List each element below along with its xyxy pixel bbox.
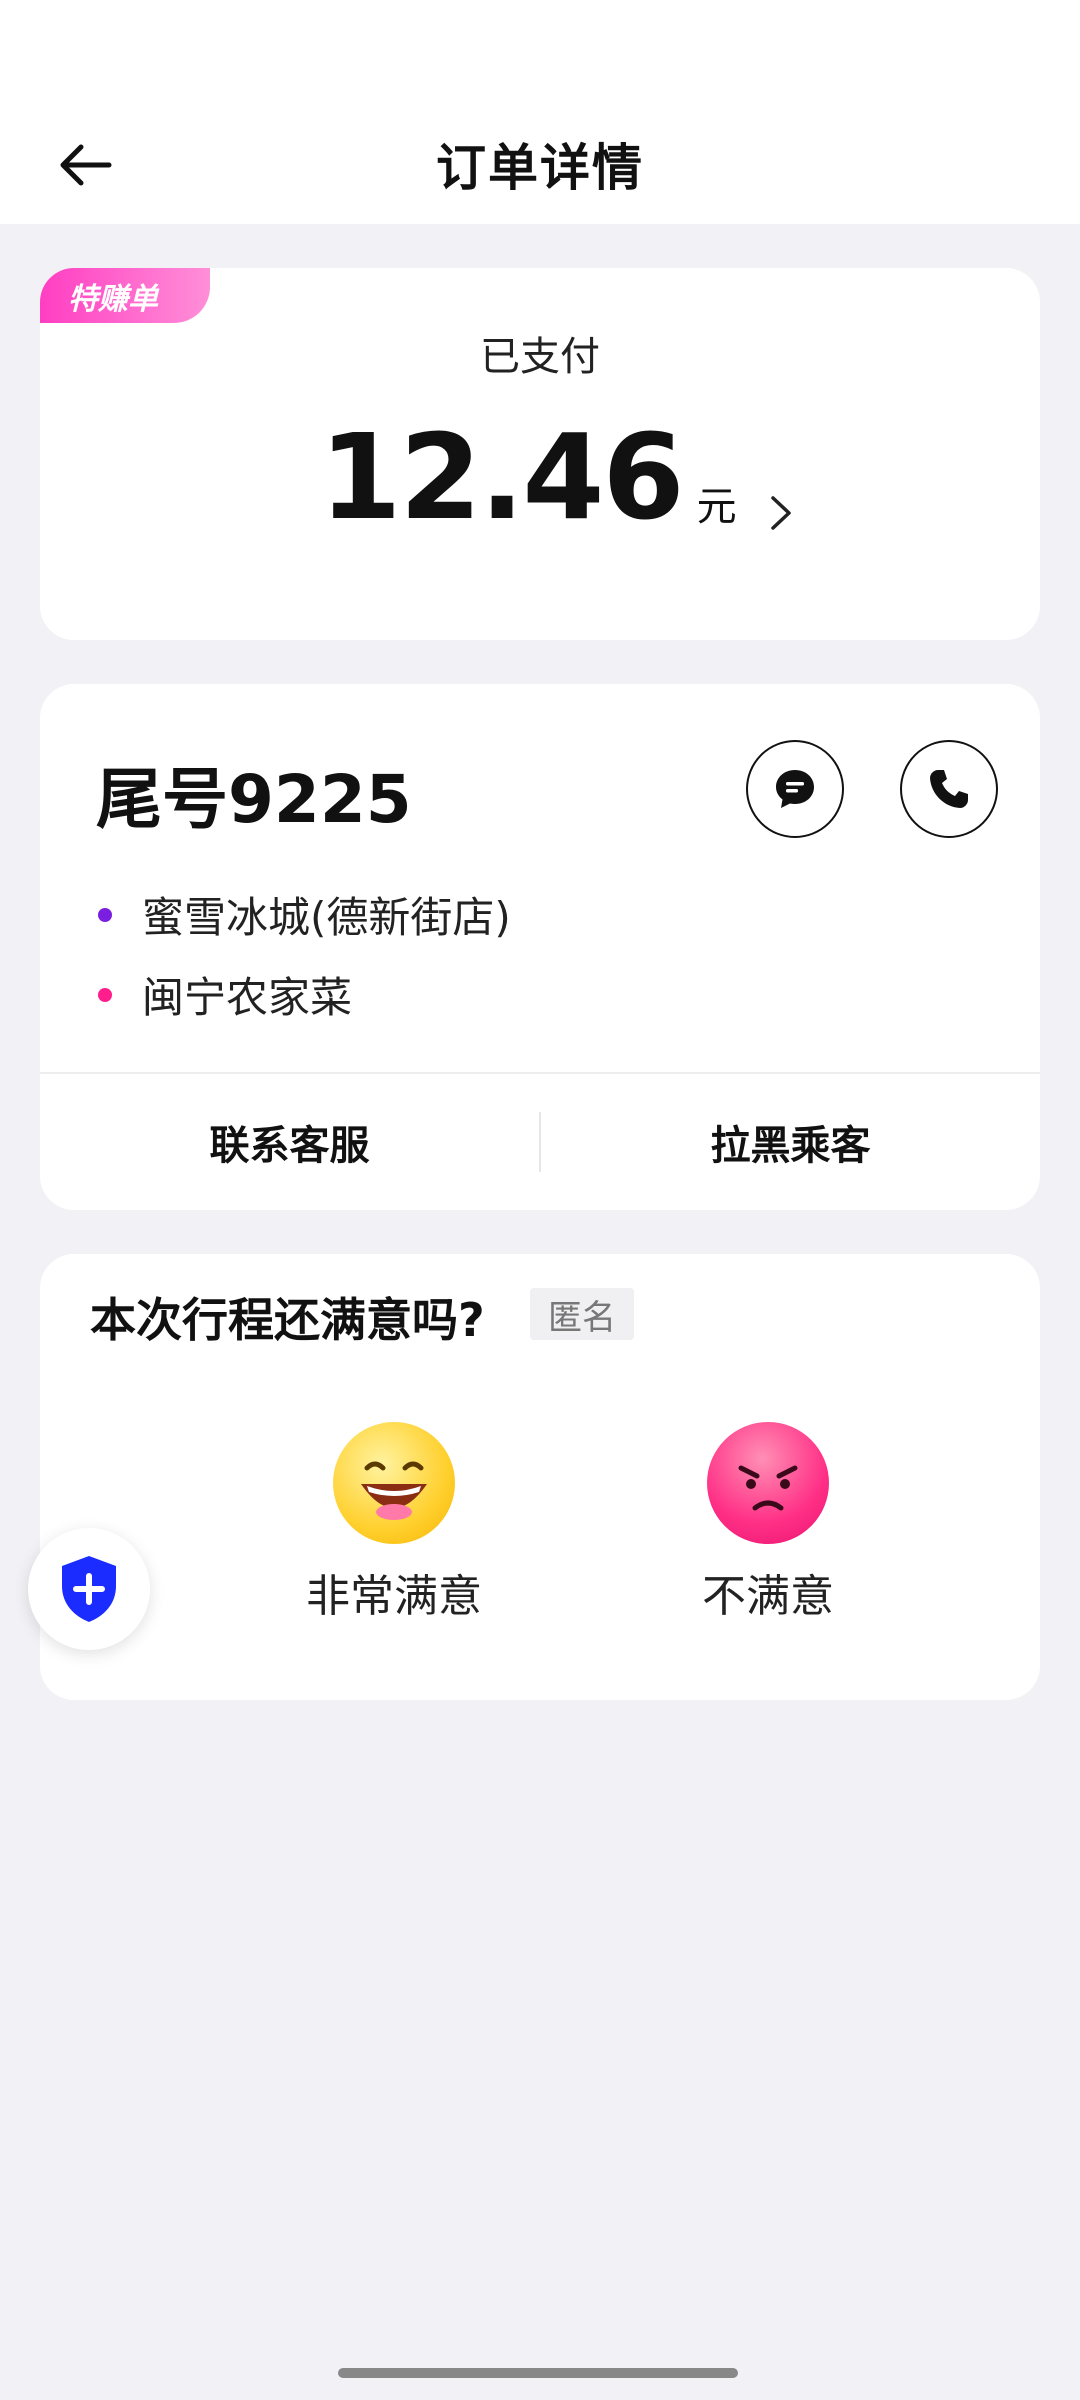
safety-button[interactable] [28, 1528, 150, 1650]
trip-actions: 联系客服 拉黑乘客 [40, 1074, 1040, 1210]
pickup-label: 蜜雪冰城(德新街店) [142, 893, 511, 942]
amount-unit: 元 [696, 484, 737, 530]
happy-face-icon [333, 1422, 455, 1544]
very-satisfied-label: 非常满意 [306, 1571, 482, 1622]
header: 订单详情 [0, 0, 1080, 224]
rating-unsatisfied[interactable]: 不满意 [628, 1422, 908, 1624]
unsatisfied-label: 不满意 [702, 1571, 834, 1622]
order-detail-screen: 订单详情 特赚单 已支付 12.46 元 尾号9225 蜜雪冰城(德新街店) 闽… [0, 0, 1080, 2400]
pickup-dot [98, 907, 112, 922]
dropoff-dot [98, 987, 112, 1002]
trip-card: 尾号9225 蜜雪冰城(德新街店) 闽宁农家菜 联系客服 拉黑乘客 [40, 684, 1040, 1210]
rating-question: 本次行程还满意吗? [90, 1293, 485, 1347]
phone-icon [930, 770, 968, 808]
page-title: 订单详情 [436, 139, 644, 197]
rating-card: 本次行程还满意吗? 匿名 非常满意 不满意 [40, 1254, 1040, 1700]
pickup-stop: 蜜雪冰城(德新街店) [98, 884, 511, 945]
angry-face-icon [707, 1422, 829, 1544]
dropoff-label: 闽宁农家菜 [142, 973, 353, 1022]
home-indicator[interactable] [338, 2368, 738, 2378]
chevron-right-icon[interactable] [761, 490, 801, 536]
amount-value: 12.46 [319, 408, 684, 546]
payment-status: 已支付 [480, 334, 600, 380]
amount-row[interactable]: 12.46 元 [40, 418, 1040, 536]
rating-very-satisfied[interactable]: 非常满意 [254, 1422, 534, 1624]
chat-button[interactable] [746, 740, 844, 838]
shield-plus-icon [62, 1556, 116, 1622]
message-icon [776, 770, 814, 808]
call-button[interactable] [900, 740, 998, 838]
contact-support-button[interactable]: 联系客服 [40, 1074, 539, 1210]
payment-card[interactable]: 特赚单 已支付 12.46 元 [40, 268, 1040, 640]
anonymous-tag: 匿名 [530, 1288, 634, 1340]
block-passenger-button[interactable]: 拉黑乘客 [541, 1074, 1040, 1210]
dropoff-stop: 闽宁农家菜 [98, 964, 352, 1025]
passenger-tail-number: 尾号9225 [96, 761, 412, 838]
special-order-badge: 特赚单 [40, 268, 210, 323]
